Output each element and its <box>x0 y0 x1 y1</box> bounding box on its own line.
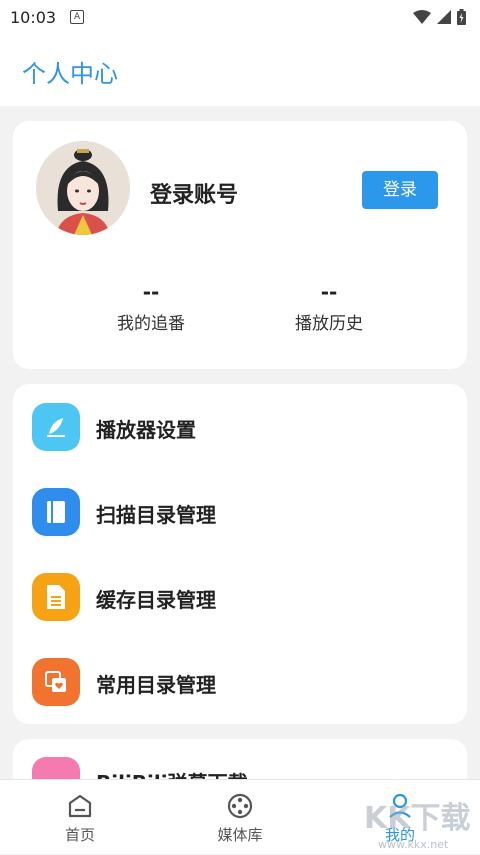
wifi-icon <box>413 10 431 24</box>
bottom-nav: 首页 媒体库 我的 <box>0 779 480 854</box>
stat-value: -- <box>142 280 160 304</box>
book-icon <box>32 488 80 536</box>
app-header: 个人中心 <box>0 34 480 106</box>
status-right <box>413 9 466 25</box>
settings-menu-card: 播放器设置 扫描目录管理 缓存目录管理 常用目录管理 <box>13 384 467 724</box>
film-reel-icon <box>227 793 253 819</box>
stat-my-follow[interactable]: -- 我的追番 <box>86 281 216 334</box>
menu-item-label: 缓存目录管理 <box>96 588 216 612</box>
stat-play-history[interactable]: -- 播放历史 <box>264 281 394 334</box>
login-account-title[interactable]: 登录账号 <box>150 177 238 209</box>
status-left: 10:03 A <box>10 7 85 27</box>
stat-label: 播放历史 <box>295 314 363 334</box>
menu-item-label: 常用目录管理 <box>96 673 216 697</box>
menu-item-cache-directory[interactable]: 缓存目录管理 <box>13 554 467 639</box>
battery-icon <box>457 9 466 25</box>
nav-label: 我的 <box>384 826 415 844</box>
nav-home[interactable]: 首页 <box>0 780 160 855</box>
nav-label: 媒体库 <box>217 826 263 844</box>
menu-item-player-settings[interactable]: 播放器设置 <box>13 384 467 469</box>
heart-folder-icon <box>32 658 80 706</box>
profile-card: 登录账号 登录 -- 我的追番 -- 播放历史 <box>13 121 467 369</box>
menu-item-common-directory[interactable]: 常用目录管理 <box>13 639 467 724</box>
menu-item-label: 播放器设置 <box>96 418 196 442</box>
document-icon <box>32 573 80 621</box>
pen-icon <box>32 403 80 451</box>
stat-value: -- <box>320 280 338 304</box>
menu-item-label: 扫描目录管理 <box>96 503 216 527</box>
status-time: 10:03 <box>10 7 57 27</box>
nav-media-library[interactable]: 媒体库 <box>160 780 320 855</box>
menu-item-scan-directory[interactable]: 扫描目录管理 <box>13 469 467 554</box>
notification-a-icon: A <box>70 10 85 24</box>
page-title: 个人中心 <box>22 60 118 88</box>
avatar-image <box>36 141 130 235</box>
stat-label: 我的追番 <box>117 314 185 334</box>
user-icon <box>389 793 411 818</box>
status-bar: 10:03 A <box>0 0 480 34</box>
signal-icon <box>437 10 451 24</box>
login-button[interactable]: 登录 <box>362 171 438 209</box>
nav-mine[interactable]: 我的 <box>320 780 480 855</box>
nav-label: 首页 <box>64 826 95 844</box>
avatar[interactable] <box>36 141 130 235</box>
home-icon <box>68 794 92 818</box>
